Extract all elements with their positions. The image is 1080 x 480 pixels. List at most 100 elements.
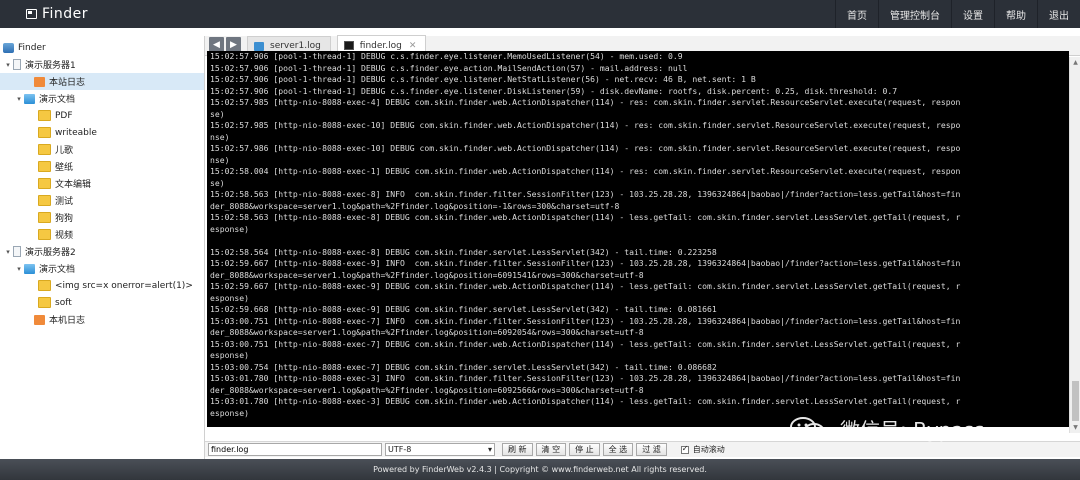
nav-settings[interactable]: 设置 [951, 0, 994, 28]
log-file-icon [34, 76, 45, 87]
terminal-icon [343, 41, 354, 50]
tree-item-label: 狗狗 [55, 214, 74, 224]
tree-toggle-icon[interactable]: ▾ [14, 265, 24, 273]
log-line: 15:03:00.751 [http-nio-8088-exec-7] DEBU… [210, 338, 961, 349]
tab-label: finder.log [359, 40, 402, 51]
scroll-down-icon[interactable]: ▼ [1072, 424, 1079, 431]
tree-item[interactable]: 测试 [0, 192, 204, 209]
folder-icon [38, 280, 51, 291]
log-line: esponse) [210, 223, 249, 234]
auto-scroll-checkbox[interactable] [680, 444, 689, 454]
docs-folder-icon [24, 263, 35, 274]
tree-item-label: 本站日志 [49, 78, 86, 88]
tree-item[interactable]: 视频 [0, 226, 204, 243]
log-line: nse) [210, 154, 230, 165]
scroll-thumb[interactable] [1072, 381, 1079, 421]
log-line: 15:02:57.906 [pool-1-thread-1] DEBUG c.s… [210, 51, 683, 61]
tree-toggle-icon[interactable]: ▾ [14, 95, 24, 103]
tree-item[interactable]: ▾ 演示服务器1 [0, 56, 204, 73]
auto-scroll-toggle[interactable]: 自动滚动 [680, 444, 725, 455]
log-line: 15:02:57.906 [pool-1-thread-1] DEBUG c.s… [210, 85, 898, 96]
brand-logo[interactable]: Finder [0, 6, 88, 22]
tree-item[interactable]: PDF [0, 107, 204, 124]
log-line: der_8088&workspace=server1.log&path=%2Ff… [210, 327, 644, 337]
log-line: nse) [210, 131, 230, 142]
log-line: 15:02:58.563 [http-nio-8088-exec-8] DEBU… [210, 212, 961, 222]
scroll-up-icon[interactable]: ▲ [1072, 59, 1079, 66]
tree-item[interactable]: 本机日志 [0, 311, 204, 328]
tree-item-label: Finder [18, 42, 46, 53]
log-line: se) [210, 108, 225, 119]
log-line: 15:02:57.986 [http-nio-8088-exec-10] DEB… [210, 143, 961, 153]
log-line: 15:02:57.906 [pool-1-thread-1] DEBUG c.s… [210, 62, 688, 73]
tree-item[interactable]: 儿歌 [0, 141, 204, 158]
tree-item-label: <img src=x onerror=alert(1)> [55, 280, 193, 291]
file-name-input[interactable] [208, 443, 382, 456]
folder-icon [38, 229, 51, 240]
tree-item[interactable]: 文本编辑 [0, 175, 204, 192]
filter-button[interactable]: 过 滤 [636, 443, 667, 456]
stop-button[interactable]: 停 止 [569, 443, 600, 456]
console-scrollbar[interactable]: ▲ ▼ [1069, 57, 1080, 433]
charset-value: UTF-8 [388, 445, 412, 454]
docs-folder-icon [24, 93, 35, 104]
log-line: 15:02:57.906 [pool-1-thread-1] DEBUG c.s… [210, 74, 756, 84]
log-line: 15:02:59.667 [http-nio-8088-exec-9] DEBU… [210, 281, 961, 291]
tree-item[interactable]: 壁纸 [0, 158, 204, 175]
tree-item[interactable]: ▾ 演示文档 [0, 260, 204, 277]
refresh-button[interactable]: 刷 新 [502, 443, 533, 456]
brand-title: Finder [42, 6, 89, 22]
folder-icon [38, 212, 51, 223]
select-all-button[interactable]: 全 选 [602, 443, 634, 456]
nav-admin-console[interactable]: 管理控制台 [878, 0, 951, 28]
tree-item-label: 本机日志 [49, 316, 86, 326]
log-file-icon [34, 314, 45, 325]
log-line: se) [210, 177, 225, 188]
page-footer: Powered by FinderWeb v2.4.3 | Copyright … [0, 459, 1080, 480]
console-toolbar: UTF-8 ▾ 刷 新 清 空 停 止 全 选 过 滤 自动滚动 [205, 441, 1080, 457]
tree-toggle-icon[interactable]: ▾ [3, 248, 13, 256]
top-nav: 首页 管理控制台 设置 帮助 退出 [835, 0, 1080, 28]
tree-item[interactable]: <img src=x onerror=alert(1)> [0, 277, 204, 294]
tree-toggle-icon[interactable]: ▾ [3, 61, 13, 69]
nav-logout[interactable]: 退出 [1037, 0, 1080, 28]
nav-home[interactable]: 首页 [835, 0, 878, 28]
tree-item[interactable]: 狗狗 [0, 209, 204, 226]
log-line: 15:03:00.754 [http-nio-8088-exec-7] DEBU… [210, 361, 717, 372]
clear-button[interactable]: 清 空 [535, 443, 567, 456]
tree-item-label: 演示文档 [39, 265, 76, 275]
tree-item[interactable]: ▾ 演示服务器2 [0, 243, 204, 260]
log-line: esponse) [210, 350, 249, 360]
tree-item-label: 演示服务器1 [25, 61, 76, 71]
tree-item-label: 文本编辑 [55, 180, 92, 190]
log-line: 15:02:58.564 [http-nio-8088-exec-8] DEBU… [210, 246, 717, 257]
tree-item[interactable]: 本站日志 [0, 73, 204, 90]
folder-icon [38, 178, 51, 189]
tab-next-button[interactable]: ▶ [226, 37, 241, 52]
log-console[interactable]: 15:02:57.906 [pool-1-thread-1] DEBUG c.s… [207, 51, 1069, 427]
tree-item[interactable]: soft [0, 294, 204, 311]
log-line: 15:02:57.985 [http-nio-8088-exec-10] DEB… [210, 120, 961, 130]
folder-icon [38, 110, 51, 121]
tree-item-label: PDF [55, 110, 73, 121]
log-line: der_8088&workspace=server1.log&path=%2Ff… [210, 269, 644, 280]
charset-select[interactable]: UTF-8 ▾ [385, 443, 495, 456]
tree-item-label: writeable [55, 127, 97, 138]
close-icon[interactable]: ✕ [409, 41, 417, 51]
finder-logo-icon [26, 9, 37, 19]
log-line: 15:02:57.985 [http-nio-8088-exec-4] DEBU… [210, 97, 961, 107]
tree-item[interactable]: ▾ 演示文档 [0, 90, 204, 107]
log-line: 15:03:01.780 [http-nio-8088-exec-3] DEBU… [210, 396, 961, 406]
log-line: esponse) [210, 292, 249, 303]
tab-prev-button[interactable]: ◀ [209, 37, 224, 52]
log-line: 15:02:58.563 [http-nio-8088-exec-8] INFO… [210, 189, 961, 199]
log-line: der_8088&workspace=server1.log&path=%2Ff… [210, 384, 644, 395]
tree-item-label: 儿歌 [55, 146, 74, 156]
nav-help[interactable]: 帮助 [994, 0, 1037, 28]
web-file-icon [254, 41, 264, 51]
server-icon [13, 246, 21, 257]
tree-item[interactable]: writeable [0, 124, 204, 141]
folder-icon [38, 297, 51, 308]
tree-item[interactable]: Finder [0, 39, 204, 56]
log-line: 15:03:00.751 [http-nio-8088-exec-7] INFO… [210, 315, 961, 326]
